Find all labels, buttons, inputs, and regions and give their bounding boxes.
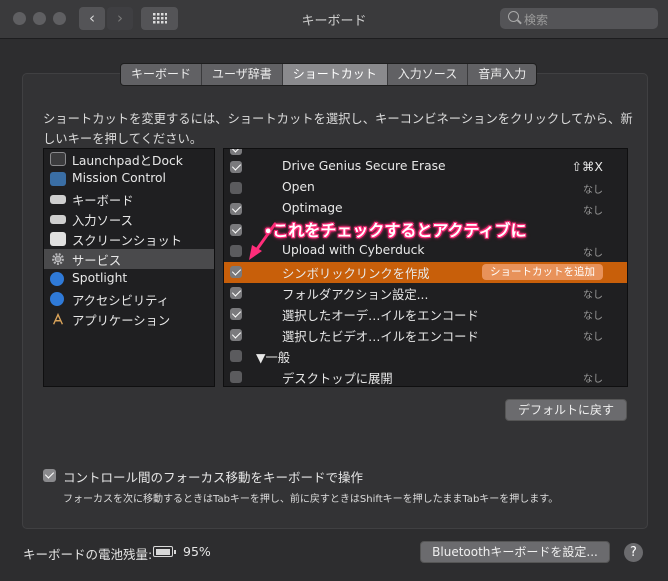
shortcut-label: デスクトップに展開 <box>282 372 393 386</box>
category-applications[interactable]: アプリケーション <box>44 309 214 329</box>
tab-user-dictionary[interactable]: ユーザ辞書 <box>202 64 283 85</box>
shortcut-checkbox[interactable] <box>230 350 242 362</box>
search-placeholder: 検索 <box>524 13 549 27</box>
launchpad-icon <box>50 152 66 166</box>
shortcut-checkbox[interactable] <box>230 287 242 299</box>
input-source-icon <box>50 215 66 224</box>
focus-checkbox-label[interactable]: コントロール間のフォーカス移動をキーボードで操作 <box>63 467 363 486</box>
gear-icon <box>52 253 64 265</box>
battery-label: キーボードの電池残量: <box>23 547 153 562</box>
shortcut-label: Drive Genius Secure Erase <box>282 159 446 173</box>
tab-input-sources[interactable]: 入力ソース <box>387 64 469 85</box>
category-label: アクセシビリティ <box>72 294 170 308</box>
focus-note: フォーカスを次に移動するときはTabキーを押し、前に戻すときはShiftキーを押… <box>63 494 559 505</box>
shortcut-row[interactable]: Upload with Cyberduck なし <box>224 241 627 262</box>
battery-icon <box>153 546 176 557</box>
focus-checkbox[interactable] <box>43 469 56 482</box>
tab-bar: キーボード ユーザ辞書 ショートカット 入力ソース 音声入力 <box>120 63 538 86</box>
shortcut-checkbox[interactable] <box>230 182 242 194</box>
shortcut-list[interactable]: Drive Genius Secure Erase ⇧⌘X Open なし Op… <box>223 148 628 387</box>
shortcut-checkbox[interactable] <box>230 245 242 257</box>
shortcut-label: Optimage <box>282 201 343 215</box>
shortcut-checkbox[interactable] <box>230 149 242 155</box>
shortcut-label: Open <box>282 180 315 194</box>
restore-defaults-button[interactable]: デフォルトに戻す <box>505 399 627 421</box>
accessibility-icon <box>50 292 64 306</box>
shortcut-label: 選択したオーデ…イルをエンコード <box>282 309 479 323</box>
shortcut-label: フォルダアクション設定... <box>282 288 429 302</box>
shortcut-group-row[interactable]: ▼一般 <box>224 346 627 367</box>
battery-value: 95% <box>183 544 211 559</box>
category-label: スクリーンショット <box>72 234 183 248</box>
shortcut-checkbox[interactable] <box>230 203 242 215</box>
bluetooth-keyboard-setup-button[interactable]: Bluetoothキーボードを設定... <box>420 541 610 563</box>
spotlight-icon <box>50 272 64 286</box>
shortcut-label: シンボリックリンクを作成 <box>282 267 430 281</box>
shortcut-row[interactable]: Drive Genius Secure Erase ⇧⌘X <box>224 157 627 178</box>
group-label: ▼一般 <box>256 351 291 365</box>
shortcut-row[interactable]: Open なし <box>224 178 627 199</box>
add-shortcut-button[interactable]: ショートカットを追加 <box>482 264 603 280</box>
annotation-callout: •これをチェックするとアクティブに <box>264 217 527 241</box>
category-label: サービス <box>72 254 122 268</box>
screenshot-icon <box>50 232 66 246</box>
shortcut-row[interactable]: デスクトップに展開 なし <box>224 367 627 386</box>
category-launchpad-dock[interactable]: LaunchpadとDock <box>44 149 214 169</box>
callout-text: これをチェックするとアクティブに <box>272 221 527 240</box>
shortcut-row-selected[interactable]: シンボリックリンクを作成 ショートカットを追加 <box>224 262 627 283</box>
category-label: Mission Control <box>72 171 166 185</box>
shortcut-row[interactable]: 選択したビデオ…イルをエンコード なし <box>224 325 627 346</box>
category-label: キーボード <box>72 194 134 208</box>
search-icon <box>508 11 519 22</box>
category-accessibility[interactable]: アクセシビリティ <box>44 289 214 309</box>
category-keyboard[interactable]: キーボード <box>44 189 214 209</box>
keyboard-icon <box>50 195 66 204</box>
shortcut-label: 選択したビデオ…イルをエンコード <box>282 330 479 344</box>
shortcut-checkbox[interactable] <box>230 224 242 236</box>
shortcut-key[interactable]: なし <box>583 307 603 322</box>
help-button[interactable]: ? <box>624 543 643 562</box>
shortcut-key[interactable]: なし <box>583 286 603 301</box>
shortcut-row[interactable]: フォルダアクション設定... なし <box>224 283 627 304</box>
shortcut-key[interactable]: なし <box>583 181 603 196</box>
category-screenshots[interactable]: スクリーンショット <box>44 229 214 249</box>
title-bar: ‹ › キーボード 検索 <box>0 0 668 39</box>
shortcut-checkbox[interactable] <box>230 266 242 278</box>
shortcut-key[interactable]: なし <box>583 328 603 343</box>
shortcut-key[interactable]: なし <box>583 202 603 217</box>
category-label: LaunchpadとDock <box>72 154 183 168</box>
category-label: Spotlight <box>72 271 128 285</box>
shortcut-checkbox[interactable] <box>230 329 242 341</box>
shortcut-checkbox[interactable] <box>230 161 242 173</box>
category-spotlight[interactable]: Spotlight <box>44 269 214 289</box>
app-store-icon <box>52 312 64 325</box>
search-field[interactable]: 検索 <box>500 8 658 29</box>
category-list[interactable]: LaunchpadとDock Mission Control キーボード 入力ソ… <box>43 148 215 387</box>
shortcut-checkbox[interactable] <box>230 308 242 320</box>
category-mission-control[interactable]: Mission Control <box>44 169 214 189</box>
category-services[interactable]: サービス <box>44 249 214 269</box>
shortcut-key[interactable]: ⇧⌘X <box>571 159 603 174</box>
category-input-sources[interactable]: 入力ソース <box>44 209 214 229</box>
mission-control-icon <box>50 172 66 186</box>
tab-dictation[interactable]: 音声入力 <box>468 64 537 85</box>
instructions-text: ショートカットを変更するには、ショートカットを選択し、キーコンビネーションをクリ… <box>43 112 633 146</box>
shortcut-row[interactable]: 選択したオーデ…イルをエンコード なし <box>224 304 627 325</box>
shortcut-key[interactable]: なし <box>583 370 603 385</box>
tab-keyboard[interactable]: キーボード <box>121 64 203 85</box>
shortcut-checkbox[interactable] <box>230 371 242 383</box>
category-label: アプリケーション <box>72 314 171 328</box>
keyboard-preferences-window: ‹ › キーボード 検索 キーボード ユーザ辞書 ショートカット 入力ソース 音… <box>0 0 668 581</box>
tab-shortcuts[interactable]: ショートカット <box>282 64 388 85</box>
shortcut-label: Upload with Cyberduck <box>282 243 425 257</box>
shortcut-key[interactable]: なし <box>583 244 603 259</box>
category-label: 入力ソース <box>72 214 133 228</box>
